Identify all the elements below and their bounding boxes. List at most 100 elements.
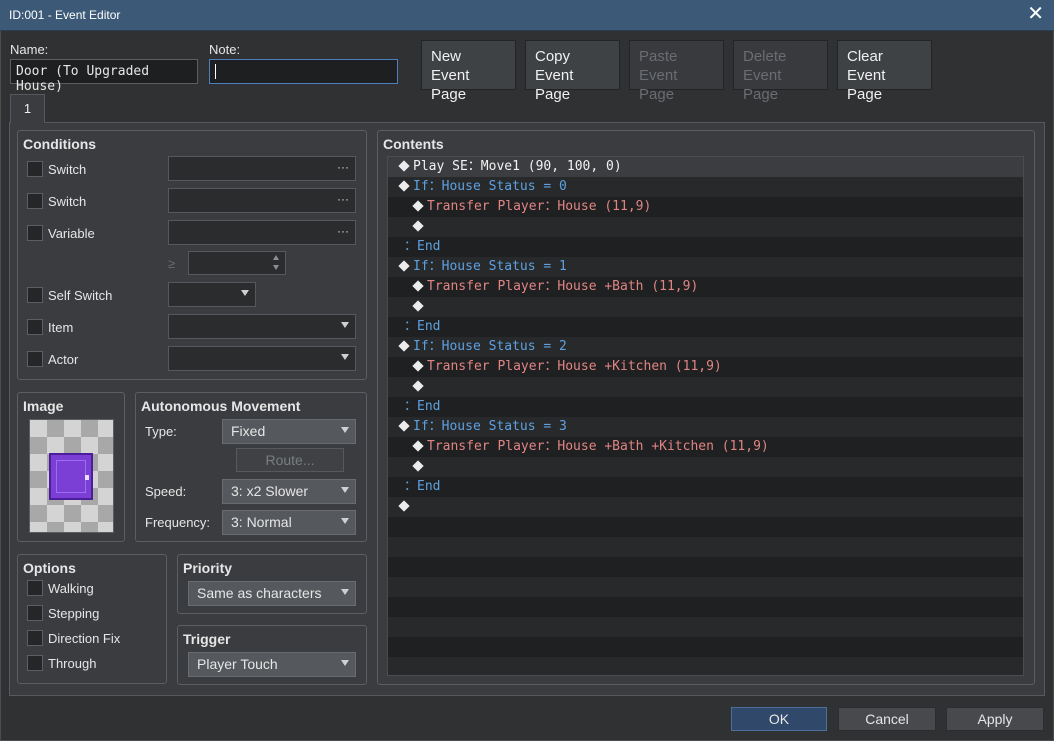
- command-text: If：House Status = 1: [413, 259, 567, 274]
- command-row[interactable]: If：House Status = 2: [388, 337, 1023, 357]
- item-checkbox[interactable]: [27, 319, 43, 335]
- diamond-icon: [412, 380, 424, 392]
- contents-title: Contents: [383, 136, 444, 152]
- variable-field[interactable]: ···: [168, 220, 356, 245]
- command-row[interactable]: Transfer Player：House +Kitchen (11,9): [388, 357, 1023, 377]
- chevron-down-icon: [341, 660, 349, 666]
- command-row[interactable]: [388, 517, 1023, 537]
- frequency-value: 3: Normal: [231, 514, 292, 530]
- command-row[interactable]: [388, 577, 1023, 597]
- switch1-field[interactable]: ···: [168, 156, 356, 181]
- command-row[interactable]: Transfer Player：House (11,9): [388, 197, 1023, 217]
- apply-button[interactable]: Apply: [946, 707, 1044, 731]
- through-checkbox[interactable]: [27, 655, 43, 671]
- command-row[interactable]: [388, 657, 1023, 675]
- walking-checkbox[interactable]: [27, 580, 43, 596]
- command-row[interactable]: If：House Status = 1: [388, 257, 1023, 277]
- diamond-icon: [398, 260, 410, 272]
- diamond-icon: [398, 420, 410, 432]
- variable-value-spinner[interactable]: [188, 251, 286, 275]
- route-button[interactable]: Route...: [236, 448, 344, 472]
- switch2-field[interactable]: ···: [168, 188, 356, 213]
- direction-fix-checkbox[interactable]: [27, 630, 43, 646]
- copy-event-page-line2: Event Page: [535, 67, 574, 103]
- priority-select[interactable]: Same as characters: [188, 581, 356, 606]
- command-row[interactable]: ：End: [388, 317, 1023, 337]
- tab-page-1[interactable]: 1: [10, 94, 45, 123]
- command-row[interactable]: If：House Status = 0: [388, 177, 1023, 197]
- stepping-checkbox[interactable]: [27, 605, 43, 621]
- diamond-icon: [412, 360, 424, 372]
- command-text: Play SE：Move1 (90, 100, 0): [413, 159, 622, 174]
- command-row[interactable]: ：End: [388, 237, 1023, 257]
- diamond-icon: [398, 160, 410, 172]
- paste-event-page-button[interactable]: Paste Event Page: [629, 40, 724, 103]
- priority-title: Priority: [183, 560, 233, 576]
- frequency-label: Frequency:: [145, 515, 211, 530]
- diamond-icon: [398, 340, 410, 352]
- new-event-page-line1: New: [431, 48, 462, 65]
- switch1-checkbox[interactable]: [27, 161, 43, 177]
- self-switch-select[interactable]: [168, 282, 256, 307]
- door-knob: [85, 475, 89, 480]
- item-label: Item: [48, 320, 74, 335]
- note-label: Note:: [209, 42, 241, 57]
- command-row[interactable]: ：End: [388, 397, 1023, 417]
- command-row[interactable]: Transfer Player：House +Bath (11,9): [388, 277, 1023, 297]
- type-value: Fixed: [231, 423, 266, 439]
- speed-select[interactable]: 3: x2 Slower: [222, 479, 356, 504]
- command-row[interactable]: [388, 217, 1023, 237]
- command-row[interactable]: [388, 297, 1023, 317]
- command-row[interactable]: ：End: [388, 477, 1023, 497]
- cancel-button[interactable]: Cancel: [838, 707, 936, 731]
- close-icon[interactable]: ✕: [1027, 3, 1044, 25]
- frequency-select[interactable]: 3: Normal: [222, 510, 356, 535]
- walking-label: Walking: [48, 581, 94, 596]
- event-command-list[interactable]: Play SE：Move1 (90, 100, 0) If：House Statu…: [387, 156, 1024, 676]
- ok-button[interactable]: OK: [731, 707, 827, 731]
- item-select[interactable]: [168, 314, 356, 339]
- name-input[interactable]: Door (To Upgraded House): [10, 59, 198, 94]
- command-row[interactable]: [388, 557, 1023, 577]
- delete-event-page-button[interactable]: Delete Event Page: [733, 40, 828, 103]
- actor-checkbox[interactable]: [27, 351, 43, 367]
- type-label: Type:: [145, 424, 177, 439]
- name-label: Name:: [10, 42, 49, 57]
- command-row[interactable]: [388, 597, 1023, 617]
- command-row[interactable]: [388, 457, 1023, 477]
- diamond-icon: [398, 180, 410, 192]
- door-panel: [56, 460, 86, 493]
- note-input[interactable]: [209, 59, 398, 84]
- priority-value: Same as characters: [197, 585, 322, 601]
- command-row[interactable]: If：House Status = 3: [388, 417, 1023, 437]
- command-row[interactable]: Transfer Player：House +Bath +Kitchen (11…: [388, 437, 1023, 457]
- variable-checkbox[interactable]: [27, 225, 43, 241]
- command-row[interactable]: [388, 497, 1023, 517]
- type-select[interactable]: Fixed: [222, 419, 356, 444]
- new-event-page-button[interactable]: New Event Page: [421, 40, 516, 103]
- command-row[interactable]: [388, 637, 1023, 657]
- command-row[interactable]: Play SE：Move1 (90, 100, 0): [388, 157, 1023, 177]
- command-row[interactable]: [388, 377, 1023, 397]
- command-row[interactable]: [388, 617, 1023, 637]
- copy-event-page-button[interactable]: Copy Event Page: [525, 40, 620, 103]
- command-row[interactable]: [388, 537, 1023, 557]
- chevron-down-icon: [241, 290, 249, 296]
- command-text: Transfer Player：House +Kitchen (11,9): [427, 359, 722, 374]
- chevron-down-icon: [341, 487, 349, 493]
- clear-event-page-button[interactable]: Clear Event Page: [837, 40, 932, 103]
- diamond-icon: [412, 220, 424, 232]
- image-title: Image: [23, 398, 64, 414]
- trigger-select[interactable]: Player Touch: [188, 652, 356, 677]
- clear-event-page-line2: Event Page: [847, 67, 886, 103]
- actor-select[interactable]: [168, 346, 356, 371]
- spinner-down-icon[interactable]: [273, 265, 279, 270]
- command-text: Transfer Player：House +Bath (11,9): [427, 279, 699, 294]
- chevron-down-icon: [341, 354, 349, 360]
- delete-event-page-line2: Event Page: [743, 67, 782, 103]
- switch2-checkbox[interactable]: [27, 193, 43, 209]
- spinner-up-icon[interactable]: [273, 255, 279, 260]
- chevron-down-icon: [341, 518, 349, 524]
- diamond-icon: [412, 440, 424, 452]
- self-switch-checkbox[interactable]: [27, 287, 43, 303]
